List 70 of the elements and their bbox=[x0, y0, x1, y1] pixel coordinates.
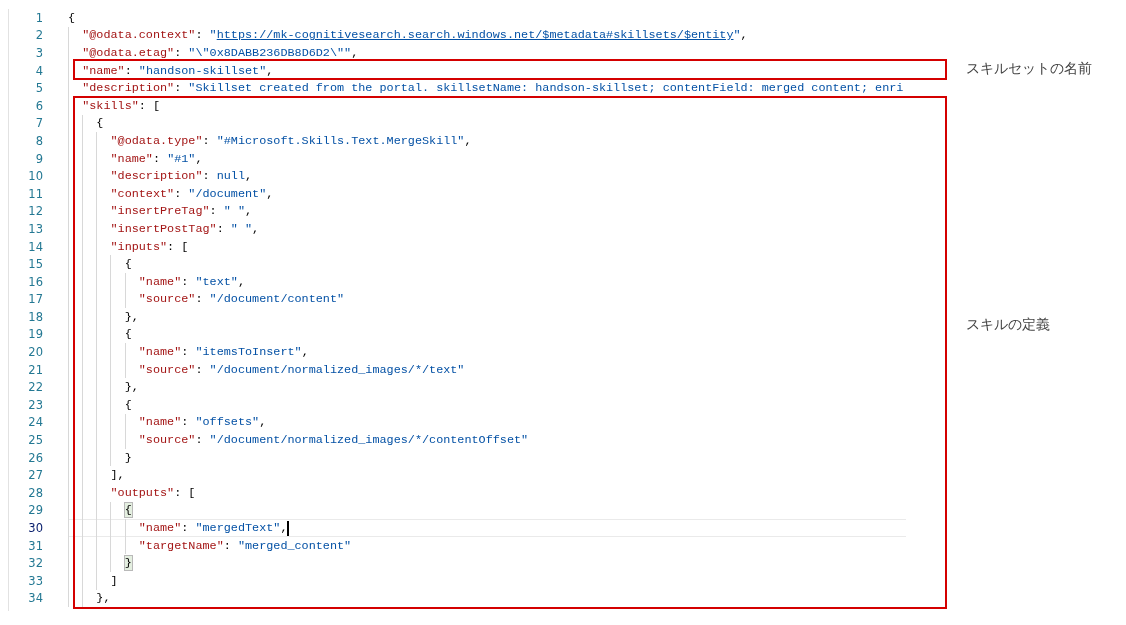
code-line: "skills": [ bbox=[82, 98, 161, 113]
code-line: }, bbox=[96, 591, 111, 606]
line-number: 11 bbox=[27, 186, 43, 201]
line-number: 15 bbox=[27, 257, 43, 272]
code-line: "name": "handson-skillset", bbox=[82, 63, 274, 78]
line-number: 16 bbox=[27, 274, 43, 289]
code-line: { bbox=[96, 116, 104, 131]
code-line: { bbox=[124, 257, 132, 272]
text-cursor bbox=[287, 520, 290, 536]
line-number: 24 bbox=[27, 415, 43, 430]
code-line: "insertPostTag": " ", bbox=[110, 221, 260, 236]
code-line: "name": "offsets", bbox=[138, 415, 267, 430]
line-number: 2 bbox=[34, 28, 43, 43]
annotation-label: スキルセットの名前 bbox=[966, 60, 1092, 78]
line-number: 31 bbox=[27, 538, 43, 553]
code-line: "source": "/document/normalized_images/*/contentOffset" bbox=[138, 433, 529, 448]
line-number: 9 bbox=[34, 151, 43, 166]
line-number: 32 bbox=[27, 556, 43, 571]
code-line: "description": null, bbox=[110, 169, 253, 184]
line-number: 27 bbox=[27, 468, 43, 483]
line-number: 14 bbox=[27, 239, 43, 254]
code-line: ] bbox=[110, 573, 118, 588]
code-line: "inputs": [ bbox=[110, 239, 189, 254]
line-number: 20 bbox=[27, 345, 43, 360]
line-number: 22 bbox=[27, 380, 43, 395]
code-line: "name": "text", bbox=[138, 274, 245, 289]
code-line: { bbox=[124, 327, 132, 342]
line-number: 17 bbox=[27, 292, 43, 307]
line-number: 34 bbox=[27, 591, 43, 606]
code-line: "name": "mergedText", bbox=[138, 521, 288, 535]
code-line: "name": "itemsToInsert", bbox=[138, 345, 309, 360]
line-number: 3 bbox=[34, 46, 43, 60]
line-number: 29 bbox=[27, 503, 43, 518]
code-line: { bbox=[68, 10, 76, 25]
code-line: { bbox=[124, 397, 132, 412]
line-number: 12 bbox=[27, 204, 43, 219]
line-number: 21 bbox=[27, 362, 43, 377]
line-number: 4 bbox=[34, 63, 43, 78]
code-line: "context": "/document", bbox=[110, 186, 274, 201]
line-number: 23 bbox=[27, 397, 43, 412]
line-number: 1 bbox=[34, 10, 43, 25]
annotation-label: スキルの定義 bbox=[966, 316, 1050, 334]
code-line: "name": "#1", bbox=[110, 151, 203, 166]
code-line: "description": "Skillset created from the portal. skillsetName: handson-skillset; contentField: merged content; enri bbox=[82, 81, 904, 96]
line-number: 5 bbox=[34, 81, 43, 96]
code-line: "@odata.etag": "\"0x8DABB236DB8D6D2\"", bbox=[82, 46, 359, 60]
line-number: 8 bbox=[34, 133, 43, 148]
code-line: }, bbox=[124, 380, 139, 395]
line-number: 6 bbox=[34, 98, 43, 113]
line-number: 7 bbox=[34, 116, 43, 131]
line-number: 26 bbox=[27, 450, 43, 465]
code-line: "source": "/document/content" bbox=[138, 292, 345, 307]
line-number: 30 bbox=[27, 521, 43, 535]
code-line: "@odata.type": "#Microsoft.Skills.Text.MergeSkill", bbox=[110, 133, 472, 148]
line-number: 10 bbox=[27, 169, 43, 184]
code-editor[interactable] bbox=[8, 9, 949, 612]
code-line: "insertPreTag": " ", bbox=[110, 204, 253, 219]
line-number: 25 bbox=[27, 433, 43, 448]
code-line: } bbox=[124, 450, 132, 465]
code-line: }, bbox=[124, 309, 139, 324]
code-line: "@odata.context": "https://mk-cognitivesearch.search.windows.net/$metadata#skillsets/$entity", bbox=[82, 28, 748, 43]
line-number: 28 bbox=[27, 485, 43, 500]
line-number: 19 bbox=[27, 327, 43, 342]
code-line: "targetName": "merged_content" bbox=[138, 538, 352, 553]
line-number: 18 bbox=[27, 309, 43, 324]
line-number: 13 bbox=[27, 221, 43, 236]
code-line: ], bbox=[110, 468, 125, 483]
code-line: "source": "/document/normalized_images/*/text" bbox=[138, 362, 465, 377]
line-number: 33 bbox=[27, 573, 43, 588]
code-line: "outputs": [ bbox=[110, 485, 196, 500]
